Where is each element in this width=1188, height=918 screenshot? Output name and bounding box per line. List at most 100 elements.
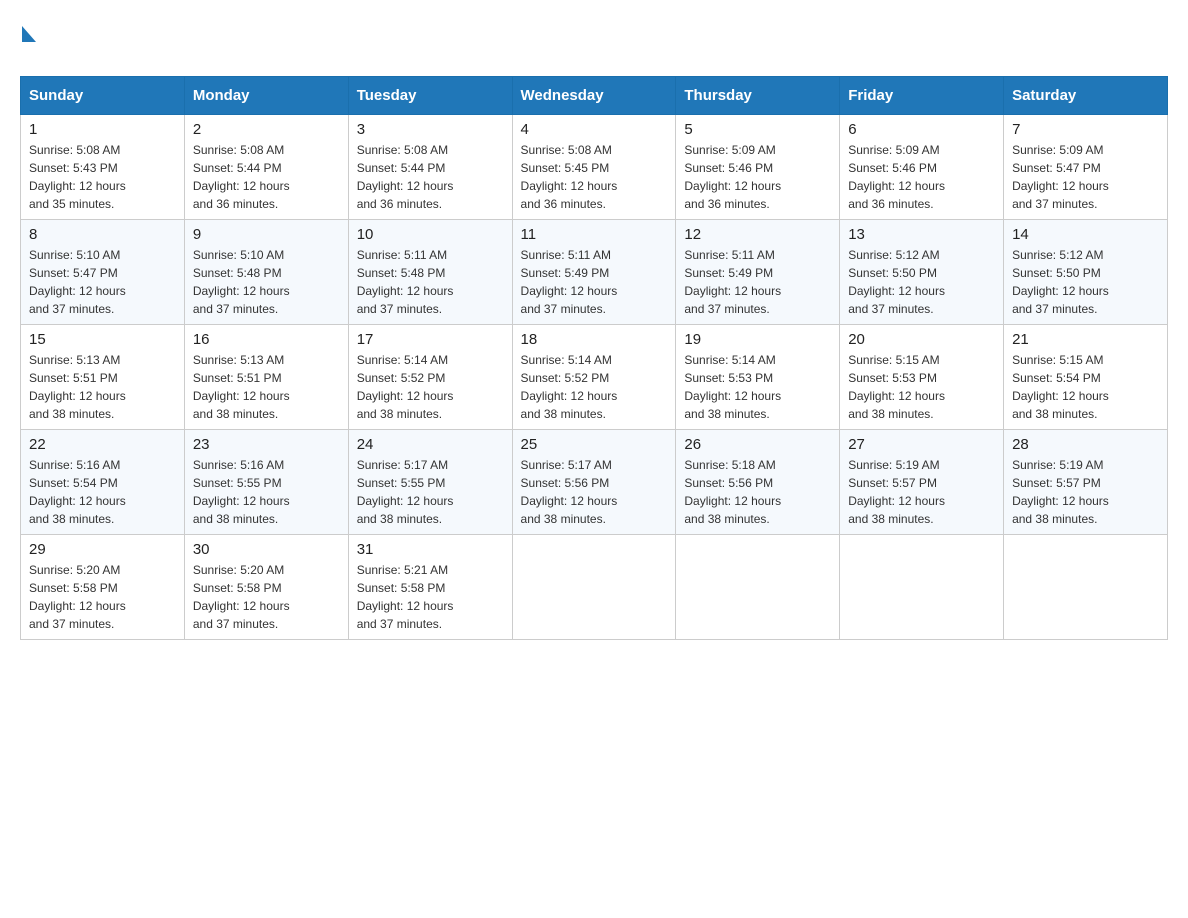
day-number: 30 [193,541,340,558]
day-info: Sunrise: 5:09 AM Sunset: 5:46 PM Dayligh… [684,141,831,213]
day-number: 23 [193,436,340,453]
calendar-cell: 31 Sunrise: 5:21 AM Sunset: 5:58 PM Dayl… [348,535,512,640]
calendar-cell: 11 Sunrise: 5:11 AM Sunset: 5:49 PM Dayl… [512,220,676,325]
calendar-cell: 6 Sunrise: 5:09 AM Sunset: 5:46 PM Dayli… [840,115,1004,220]
calendar-cell: 12 Sunrise: 5:11 AM Sunset: 5:49 PM Dayl… [676,220,840,325]
day-info: Sunrise: 5:10 AM Sunset: 5:47 PM Dayligh… [29,246,176,318]
day-number: 31 [357,541,504,558]
day-info: Sunrise: 5:13 AM Sunset: 5:51 PM Dayligh… [29,351,176,423]
day-info: Sunrise: 5:17 AM Sunset: 5:55 PM Dayligh… [357,456,504,528]
calendar-cell: 9 Sunrise: 5:10 AM Sunset: 5:48 PM Dayli… [184,220,348,325]
day-info: Sunrise: 5:20 AM Sunset: 5:58 PM Dayligh… [193,561,340,633]
calendar-cell: 29 Sunrise: 5:20 AM Sunset: 5:58 PM Dayl… [21,535,185,640]
day-number: 2 [193,121,340,138]
calendar-day-header: Monday [184,77,348,115]
day-info: Sunrise: 5:08 AM Sunset: 5:45 PM Dayligh… [521,141,668,213]
calendar-cell: 7 Sunrise: 5:09 AM Sunset: 5:47 PM Dayli… [1004,115,1168,220]
calendar-cell: 19 Sunrise: 5:14 AM Sunset: 5:53 PM Dayl… [676,325,840,430]
day-number: 16 [193,331,340,348]
calendar-week-row: 29 Sunrise: 5:20 AM Sunset: 5:58 PM Dayl… [21,535,1168,640]
day-number: 20 [848,331,995,348]
calendar-cell: 17 Sunrise: 5:14 AM Sunset: 5:52 PM Dayl… [348,325,512,430]
day-number: 21 [1012,331,1159,348]
calendar-cell [840,535,1004,640]
day-number: 13 [848,226,995,243]
calendar-cell: 30 Sunrise: 5:20 AM Sunset: 5:58 PM Dayl… [184,535,348,640]
day-info: Sunrise: 5:19 AM Sunset: 5:57 PM Dayligh… [848,456,995,528]
day-info: Sunrise: 5:14 AM Sunset: 5:52 PM Dayligh… [357,351,504,423]
calendar-day-header: Wednesday [512,77,676,115]
day-info: Sunrise: 5:14 AM Sunset: 5:52 PM Dayligh… [521,351,668,423]
day-info: Sunrise: 5:16 AM Sunset: 5:54 PM Dayligh… [29,456,176,528]
day-number: 18 [521,331,668,348]
calendar-cell: 20 Sunrise: 5:15 AM Sunset: 5:53 PM Dayl… [840,325,1004,430]
calendar-cell: 1 Sunrise: 5:08 AM Sunset: 5:43 PM Dayli… [21,115,185,220]
calendar-cell: 14 Sunrise: 5:12 AM Sunset: 5:50 PM Dayl… [1004,220,1168,325]
day-info: Sunrise: 5:09 AM Sunset: 5:47 PM Dayligh… [1012,141,1159,213]
day-number: 24 [357,436,504,453]
calendar-cell: 18 Sunrise: 5:14 AM Sunset: 5:52 PM Dayl… [512,325,676,430]
calendar-cell: 8 Sunrise: 5:10 AM Sunset: 5:47 PM Dayli… [21,220,185,325]
day-number: 4 [521,121,668,138]
day-number: 19 [684,331,831,348]
calendar-cell: 24 Sunrise: 5:17 AM Sunset: 5:55 PM Dayl… [348,430,512,535]
day-info: Sunrise: 5:21 AM Sunset: 5:58 PM Dayligh… [357,561,504,633]
logo-arrow-icon [22,26,36,42]
calendar-cell: 16 Sunrise: 5:13 AM Sunset: 5:51 PM Dayl… [184,325,348,430]
day-info: Sunrise: 5:15 AM Sunset: 5:54 PM Dayligh… [1012,351,1159,423]
calendar-cell: 2 Sunrise: 5:08 AM Sunset: 5:44 PM Dayli… [184,115,348,220]
day-number: 25 [521,436,668,453]
calendar-cell: 21 Sunrise: 5:15 AM Sunset: 5:54 PM Dayl… [1004,325,1168,430]
calendar-cell [676,535,840,640]
day-number: 8 [29,226,176,243]
day-number: 7 [1012,121,1159,138]
day-number: 10 [357,226,504,243]
calendar-cell: 10 Sunrise: 5:11 AM Sunset: 5:48 PM Dayl… [348,220,512,325]
day-number: 5 [684,121,831,138]
calendar-cell: 5 Sunrise: 5:09 AM Sunset: 5:46 PM Dayli… [676,115,840,220]
day-number: 9 [193,226,340,243]
day-info: Sunrise: 5:17 AM Sunset: 5:56 PM Dayligh… [521,456,668,528]
day-info: Sunrise: 5:11 AM Sunset: 5:48 PM Dayligh… [357,246,504,318]
day-info: Sunrise: 5:08 AM Sunset: 5:43 PM Dayligh… [29,141,176,213]
calendar-cell: 22 Sunrise: 5:16 AM Sunset: 5:54 PM Dayl… [21,430,185,535]
day-number: 1 [29,121,176,138]
day-info: Sunrise: 5:12 AM Sunset: 5:50 PM Dayligh… [848,246,995,318]
calendar-cell: 28 Sunrise: 5:19 AM Sunset: 5:57 PM Dayl… [1004,430,1168,535]
calendar-cell: 15 Sunrise: 5:13 AM Sunset: 5:51 PM Dayl… [21,325,185,430]
calendar-week-row: 22 Sunrise: 5:16 AM Sunset: 5:54 PM Dayl… [21,430,1168,535]
day-info: Sunrise: 5:13 AM Sunset: 5:51 PM Dayligh… [193,351,340,423]
day-number: 14 [1012,226,1159,243]
calendar-cell: 26 Sunrise: 5:18 AM Sunset: 5:56 PM Dayl… [676,430,840,535]
day-number: 22 [29,436,176,453]
calendar-week-row: 8 Sunrise: 5:10 AM Sunset: 5:47 PM Dayli… [21,220,1168,325]
calendar-cell [1004,535,1168,640]
calendar-cell: 3 Sunrise: 5:08 AM Sunset: 5:44 PM Dayli… [348,115,512,220]
day-number: 27 [848,436,995,453]
calendar-week-row: 15 Sunrise: 5:13 AM Sunset: 5:51 PM Dayl… [21,325,1168,430]
calendar-day-header: Friday [840,77,1004,115]
day-number: 3 [357,121,504,138]
calendar-cell: 4 Sunrise: 5:08 AM Sunset: 5:45 PM Dayli… [512,115,676,220]
calendar-day-header: Tuesday [348,77,512,115]
day-info: Sunrise: 5:11 AM Sunset: 5:49 PM Dayligh… [684,246,831,318]
calendar-cell: 13 Sunrise: 5:12 AM Sunset: 5:50 PM Dayl… [840,220,1004,325]
day-info: Sunrise: 5:08 AM Sunset: 5:44 PM Dayligh… [193,141,340,213]
day-info: Sunrise: 5:15 AM Sunset: 5:53 PM Dayligh… [848,351,995,423]
day-info: Sunrise: 5:18 AM Sunset: 5:56 PM Dayligh… [684,456,831,528]
calendar-cell: 25 Sunrise: 5:17 AM Sunset: 5:56 PM Dayl… [512,430,676,535]
calendar-header-row: SundayMondayTuesdayWednesdayThursdayFrid… [21,77,1168,115]
day-number: 12 [684,226,831,243]
day-number: 15 [29,331,176,348]
day-number: 29 [29,541,176,558]
day-info: Sunrise: 5:11 AM Sunset: 5:49 PM Dayligh… [521,246,668,318]
day-info: Sunrise: 5:09 AM Sunset: 5:46 PM Dayligh… [848,141,995,213]
day-info: Sunrise: 5:10 AM Sunset: 5:48 PM Dayligh… [193,246,340,318]
calendar-table: SundayMondayTuesdayWednesdayThursdayFrid… [20,76,1168,640]
calendar-cell: 23 Sunrise: 5:16 AM Sunset: 5:55 PM Dayl… [184,430,348,535]
calendar-day-header: Thursday [676,77,840,115]
calendar-day-header: Sunday [21,77,185,115]
calendar-week-row: 1 Sunrise: 5:08 AM Sunset: 5:43 PM Dayli… [21,115,1168,220]
day-number: 11 [521,226,668,243]
calendar-cell: 27 Sunrise: 5:19 AM Sunset: 5:57 PM Dayl… [840,430,1004,535]
